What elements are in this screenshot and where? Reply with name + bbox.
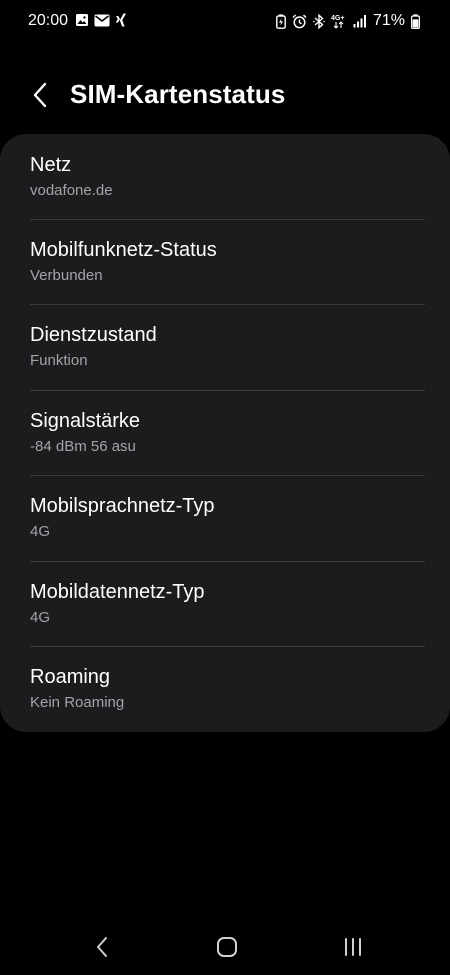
status-time: 20:00 xyxy=(28,12,69,29)
notification-icons xyxy=(75,13,127,27)
item-value: 4G xyxy=(30,609,51,626)
battery-icon xyxy=(411,13,420,29)
xing-icon xyxy=(115,13,127,27)
recents-icon xyxy=(342,936,364,958)
item-label: Roaming xyxy=(30,666,111,688)
list-item-mobilfunknetz-status: Mobilfunknetz-Status Verbunden xyxy=(0,219,450,304)
mail-icon xyxy=(94,14,110,27)
list-item-dienstzustand: Dienstzustand Funktion xyxy=(0,304,450,389)
item-value: -84 dBm 56 asu xyxy=(30,438,136,455)
bluetooth-icon xyxy=(313,13,325,29)
item-label: Mobilsprachnetz-Typ xyxy=(30,495,215,517)
item-label: Dienstzustand xyxy=(30,324,157,346)
signal-icon xyxy=(353,14,367,28)
list-item-roaming: Roaming Kein Roaming xyxy=(0,646,450,731)
network-badge: 4G+ xyxy=(331,15,344,22)
back-button[interactable] xyxy=(26,80,54,110)
home-icon xyxy=(216,936,238,958)
battery-saver-icon xyxy=(276,13,286,29)
page-title: SIM-Kartenstatus xyxy=(70,79,286,109)
item-value: vodafone.de xyxy=(30,182,113,199)
item-value: Funktion xyxy=(30,352,88,369)
item-value: 4G xyxy=(30,523,51,540)
alarm-icon xyxy=(292,13,307,29)
nav-recents-button[interactable] xyxy=(333,933,373,961)
system-icons: 4G+ 71% xyxy=(276,12,420,30)
image-icon xyxy=(75,13,89,27)
app-header: SIM-Kartenstatus xyxy=(0,70,450,120)
sim-status-card: Netz vodafone.de Mobilfunknetz-Status Ve… xyxy=(0,134,450,732)
list-item-signalstaerke: Signalstärke -84 dBm 56 asu xyxy=(0,390,450,475)
item-label: Mobildatennetz-Typ xyxy=(30,581,205,603)
status-bar: 20:00 4G+ 71% xyxy=(0,0,450,44)
item-label: Signalstärke xyxy=(30,410,141,432)
list-item-mobilsprachnetz-typ: Mobilsprachnetz-Typ 4G xyxy=(0,475,450,560)
battery-percent: 71% xyxy=(372,12,405,29)
list-item-netz: Netz vodafone.de xyxy=(0,134,450,219)
network-4g-icon: 4G+ xyxy=(331,13,347,29)
item-label: Mobilfunknetz-Status xyxy=(30,239,217,261)
chevron-left-icon xyxy=(32,82,48,108)
item-value: Kein Roaming xyxy=(30,694,125,711)
list-item-mobildatennetz-typ: Mobildatennetz-Typ 4G xyxy=(0,561,450,646)
nav-home-button[interactable] xyxy=(207,933,247,961)
item-label: Netz xyxy=(30,154,72,176)
nav-back-button[interactable] xyxy=(82,933,122,961)
back-nav-icon xyxy=(95,936,109,958)
navigation-bar xyxy=(0,925,450,969)
item-value: Verbunden xyxy=(30,267,103,284)
